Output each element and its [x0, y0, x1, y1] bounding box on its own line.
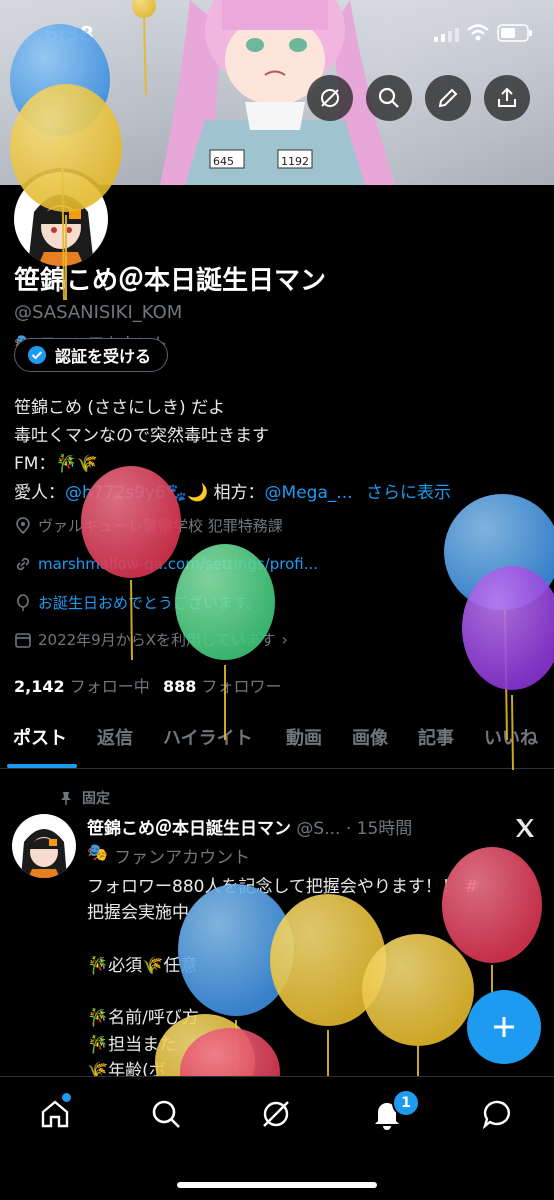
balloon-red-lower-right: [442, 847, 542, 1000]
followers-stat[interactable]: 888 フォロワー: [163, 673, 282, 697]
tabs-divider: [0, 768, 554, 769]
nav-notifications[interactable]: 1: [370, 1089, 420, 1135]
grok-button[interactable]: [307, 75, 353, 121]
pinned-indicator: 固定: [58, 788, 110, 808]
home-unread-dot: [62, 1093, 71, 1102]
website-link[interactable]: marshmallow-qa.com/settings/profi...: [38, 555, 318, 573]
balloon-red-bottom: [180, 1028, 280, 1080]
location-pin-icon: [16, 516, 30, 534]
bio-line-2: 毒吐くマンなので突然毒吐きます: [14, 426, 269, 446]
bio-lover-suffix: 🐾🌙: [165, 483, 209, 503]
tab-articles[interactable]: 記事: [418, 724, 454, 750]
grok-icon: [263, 1101, 289, 1127]
post-time: · 15時間: [345, 819, 413, 839]
post-line-charge: 🎋担当また: [87, 1035, 177, 1055]
following-label: フォロー中: [69, 677, 150, 696]
message-bubble-icon: [482, 1100, 510, 1130]
profile-tabs: ポスト 返信 ハイライト 動画 画像 記事 いいね: [0, 724, 554, 768]
get-verified-button[interactable]: 認証を受ける: [14, 338, 169, 372]
partner-handle-link[interactable]: @Mega_...: [265, 483, 353, 503]
bio-line-4: 愛人：@h772s9y6🐾🌙 相方：@Mega_... さらに表示: [14, 478, 451, 503]
post-avatar-illustration: [21, 829, 67, 878]
nav-messages[interactable]: [481, 1097, 515, 1135]
balloon-blue-lower: [178, 884, 294, 1080]
balloon-yellow-lower-right: [362, 934, 474, 1080]
home-icon: [41, 1100, 69, 1128]
joined-row[interactable]: 2022年9月からXを利用しています ›: [14, 629, 288, 650]
post-author-handle[interactable]: @S...: [296, 819, 340, 839]
post-header: 笹錦こめ＠本日誕生日マン @S... · 15時間: [87, 814, 412, 839]
followers-count: 888: [163, 677, 197, 696]
avatar-illustration: [28, 194, 94, 266]
birthday-text: お誕生日おめでとうございます。: [38, 594, 262, 612]
battery-icon: [497, 24, 532, 42]
bio-line-1: 笹錦こめ (ささにしき) だよ: [14, 398, 226, 418]
pencil-icon: [438, 88, 458, 108]
joined-text: 2022年9月からXを利用しています: [38, 631, 276, 649]
edit-button[interactable]: [425, 75, 471, 121]
see-more-link[interactable]: さらに表示: [366, 483, 451, 503]
pin-icon: [61, 792, 71, 805]
search-icon: [152, 1100, 180, 1128]
followers-label: フォロワー: [201, 677, 282, 696]
following-count: 2,142: [14, 677, 65, 696]
post-hashtag[interactable]: 把握会実施中: [87, 898, 189, 923]
balloon-blue-right: [444, 494, 554, 741]
post-account-type: 🎭 ファンアカウント: [87, 843, 250, 868]
post-author-avatar[interactable]: [12, 814, 76, 878]
balloon-icon: [17, 593, 29, 611]
location-row: ヴァルキューレ警察学校 犯罪特務課: [14, 515, 283, 536]
profile-display-name: 笹錦こめ＠本日誕生日マン: [14, 266, 327, 296]
nav-home[interactable]: [38, 1093, 72, 1135]
post-mask-icon: 🎭: [87, 843, 109, 863]
tab-images[interactable]: 画像: [352, 724, 388, 750]
calendar-icon: [15, 632, 31, 648]
pinned-label: 固定: [82, 791, 110, 807]
cellular-signal-icon: [434, 28, 459, 42]
tab-likes[interactable]: いいね: [484, 724, 538, 750]
chevron-right-icon: ›: [281, 630, 288, 649]
status-time: 6:38: [44, 22, 94, 46]
notification-count-badge: 1: [392, 1089, 420, 1117]
grok-icon: [321, 89, 339, 107]
search-button[interactable]: [366, 75, 412, 121]
tab-highlights[interactable]: ハイライト: [163, 724, 253, 750]
post-author-name[interactable]: 笹錦こめ＠本日誕生日マン: [87, 819, 291, 839]
share-icon: [498, 87, 516, 107]
profile-handle: @SASANISIKI_KOM: [14, 302, 183, 323]
nav-search[interactable]: [149, 1097, 183, 1135]
banner-badge-left: 645: [213, 155, 234, 168]
verified-badge-icon: [28, 346, 46, 364]
post-account-label: ファンアカウント: [114, 848, 251, 868]
balloon-yellow-lower-center: [270, 894, 386, 1080]
nav-grok[interactable]: [259, 1097, 293, 1135]
bio-partner-prefix: 相方：: [213, 483, 265, 503]
tab-videos[interactable]: 動画: [286, 724, 322, 750]
location-text: ヴァルキューレ警察学校 犯罪特務課: [38, 517, 283, 535]
home-indicator: [177, 1182, 377, 1188]
birthday-row: お誕生日おめでとうございます。: [14, 592, 262, 613]
tab-posts[interactable]: ポスト: [13, 724, 67, 750]
tab-replies[interactable]: 返信: [97, 724, 133, 750]
get-verified-label: 認証を受ける: [55, 347, 152, 366]
lover-handle-link[interactable]: @h772s9y6: [65, 483, 166, 503]
profile-avatar[interactable]: [10, 168, 112, 270]
bio-line-3: FM：🎋🌾: [14, 454, 98, 474]
search-icon: [378, 87, 399, 108]
compose-post-button[interactable]: [467, 990, 541, 1064]
bottom-navigation: 1: [0, 1076, 554, 1200]
bio-lover-prefix: 愛人：: [14, 483, 65, 503]
link-icon: [16, 557, 30, 571]
post-text-line-1: フォロワー880人を記念して把握会やります！！ #: [87, 877, 479, 897]
website-row[interactable]: marshmallow-qa.com/settings/profi...: [14, 555, 318, 573]
share-button[interactable]: [484, 75, 530, 121]
banner-badge-right: 1192: [281, 155, 309, 168]
plus-icon: [494, 1017, 514, 1037]
post-line-name: 🎋名前/呼び方: [87, 1008, 199, 1028]
following-stat[interactable]: 2,142 フォロー中: [14, 673, 150, 697]
post-line-required: 🎋必須🌾任意: [87, 956, 198, 976]
wifi-icon: [467, 24, 489, 41]
x-logo-icon: [516, 819, 534, 837]
